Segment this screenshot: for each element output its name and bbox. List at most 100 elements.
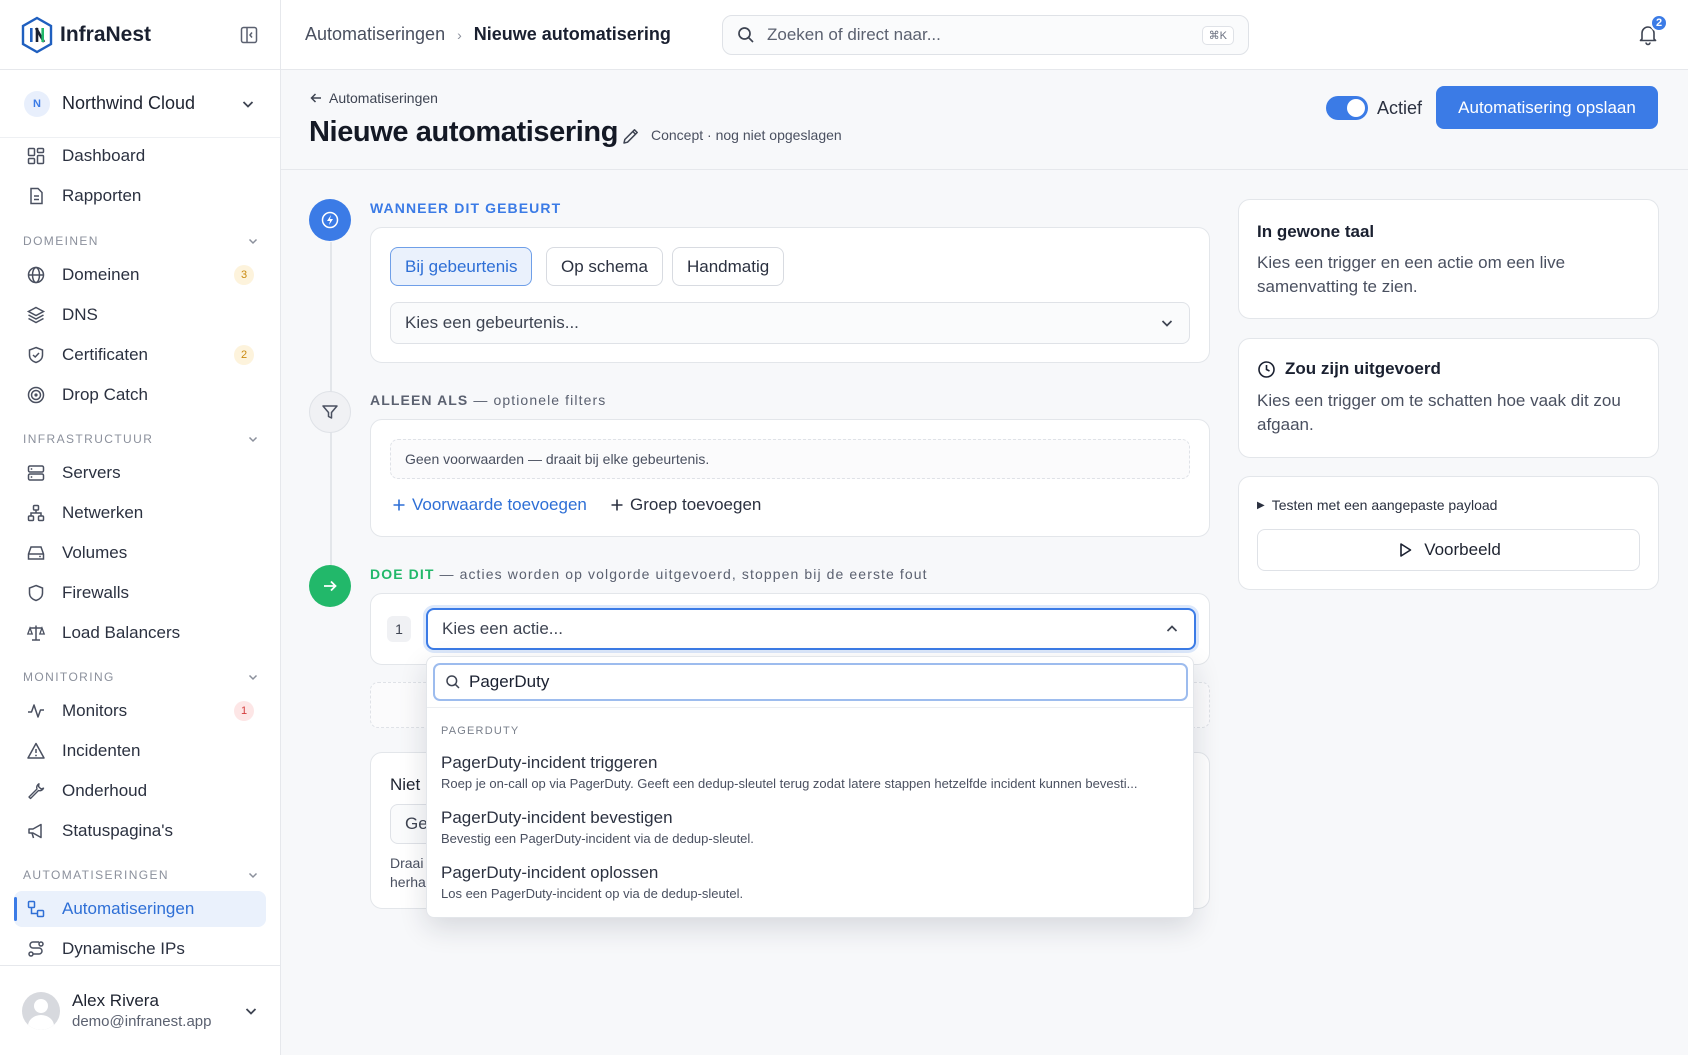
nav-monitors[interactable]: Monitors 1 — [14, 693, 266, 729]
plain-language-card: In gewone taal Kies een trigger en een a… — [1238, 199, 1659, 319]
back-link[interactable]: Automatiseringen — [309, 90, 438, 106]
nav-volumes[interactable]: Volumes — [14, 535, 266, 571]
option-trigger-incident[interactable]: PagerDuty-incident triggeren Roep je on-… — [441, 753, 1181, 791]
hard-drive-icon — [27, 546, 45, 560]
would-run-title: Zou zijn uitgevoerd — [1285, 359, 1441, 378]
arrow-left-icon — [310, 93, 321, 103]
add-condition-button[interactable]: Voorwaarde toevoegen — [392, 495, 587, 515]
shortcut-hint: ⌘K — [1201, 25, 1234, 45]
event-select-placeholder: Kies een gebeurtenis... — [405, 313, 579, 332]
filter-step-title: ALLEEN ALS — optionele filters — [370, 392, 606, 408]
plain-language-title: In gewone taal — [1257, 222, 1375, 241]
action-search-input[interactable]: PagerDuty — [433, 663, 1188, 701]
chevron-right-icon: › — [457, 26, 462, 43]
nav-label: Statuspagina's — [62, 821, 173, 840]
nav-certificates[interactable]: Certificaten 2 — [14, 337, 266, 373]
option-resolve-incident[interactable]: PagerDuty-incident oplossen Los een Page… — [441, 863, 1181, 901]
shield-icon — [28, 584, 44, 602]
section-label: AUTOMATISERINGEN — [23, 868, 169, 882]
event-select[interactable]: Kies een gebeurtenis... — [390, 302, 1190, 344]
tab-on-schedule[interactable]: Op schema — [546, 247, 663, 286]
timeline-line — [330, 242, 332, 392]
user-name: Alex Rivera — [72, 991, 159, 1010]
nav-domains[interactable]: Domeinen 3 — [14, 257, 266, 293]
nav-label: Drop Catch — [62, 385, 148, 404]
add-group-button[interactable]: Groep toevoegen — [610, 495, 761, 515]
workflow-icon — [27, 900, 45, 918]
tab-manual[interactable]: Handmatig — [672, 247, 785, 286]
help-line: Draai — [390, 855, 424, 871]
activity-icon — [28, 704, 44, 718]
section-infrastructure[interactable]: INFRASTRUCTUUR — [23, 432, 259, 446]
chevron-down-icon — [248, 872, 258, 879]
breadcrumb-parent[interactable]: Automatiseringen — [305, 24, 445, 45]
nav-firewalls[interactable]: Firewalls — [14, 575, 266, 611]
wrench-icon — [28, 783, 45, 800]
test-payload-toggle[interactable]: ▶ Testen met een aangepaste payload — [1257, 497, 1497, 513]
nav-label: Certificaten — [62, 345, 148, 364]
action-dropdown: PagerDuty PAGERDUTY PagerDuty-incident t… — [426, 656, 1194, 918]
section-label: INFRASTRUCTUUR — [23, 432, 154, 446]
tab-on-event[interactable]: Bij gebeurtenis — [390, 247, 533, 286]
notification-badge: 2 — [1650, 14, 1668, 32]
option-group-label: PAGERDUTY — [441, 725, 520, 737]
nav-servers[interactable]: Servers — [14, 455, 266, 491]
global-search[interactable]: Zoeken of direct naar... ⌘K — [722, 15, 1249, 55]
trigger-title-text: WANNEER DIT GEBEURT — [370, 200, 562, 216]
option-acknowledge-incident[interactable]: PagerDuty-incident bevestigen Bevestig e… — [441, 808, 1181, 846]
page-header: Automatiseringen Nieuwe automatisering C… — [281, 70, 1688, 170]
save-automation-button[interactable]: Automatisering opslaan — [1436, 86, 1658, 129]
chevron-down-icon — [248, 436, 258, 443]
nav-reports[interactable]: Rapporten — [14, 178, 266, 214]
preview-button[interactable]: Voorbeeld — [1257, 529, 1640, 571]
section-monitoring[interactable]: MONITORING — [23, 670, 259, 684]
nav-dashboard[interactable]: Dashboard — [14, 138, 266, 174]
nav-label: Dynamische IPs — [62, 939, 185, 958]
active-toggle[interactable] — [1326, 96, 1368, 120]
sidebar-collapse-icon[interactable] — [240, 26, 258, 44]
shield-check-icon — [28, 346, 44, 364]
nav-label: Servers — [62, 463, 121, 482]
section-automations[interactable]: AUTOMATISERINGEN — [23, 868, 259, 882]
nav-label: Firewalls — [62, 583, 130, 602]
filter-icon — [322, 405, 338, 419]
would-run-text: Kies een trigger om te schatten hoe vaak… — [1257, 391, 1621, 434]
pencil-icon[interactable] — [621, 126, 641, 146]
nav-networks[interactable]: Netwerken — [14, 495, 266, 531]
search-icon — [446, 675, 460, 689]
action-subtitle: — acties worden op volgorde uitgevoerd, … — [439, 566, 928, 582]
nav-load-balancers[interactable]: Load Balancers — [14, 615, 266, 651]
error-handling-help: Draai herha — [390, 854, 426, 892]
nav-label: Volumes — [62, 543, 128, 562]
nav-label: Automatiseringen — [62, 899, 195, 918]
divider — [427, 707, 1193, 708]
nav-maintenance[interactable]: Onderhoud — [14, 773, 266, 809]
nav-drop-catch[interactable]: Drop Catch — [14, 377, 266, 413]
count-badge: 1 — [234, 701, 254, 721]
nav-dynamic-ips[interactable]: Dynamische IPs — [14, 931, 266, 967]
action-step-icon — [309, 565, 351, 607]
server-icon — [27, 465, 45, 481]
nav-automations[interactable]: Automatiseringen — [14, 891, 266, 927]
add-group-label: Groep toevoegen — [630, 495, 762, 514]
action-title-text: DOE DIT — [370, 566, 435, 582]
plus-icon — [393, 499, 405, 511]
nav-incidents[interactable]: Incidenten — [14, 733, 266, 769]
section-domains[interactable]: DOMEINEN — [23, 234, 259, 248]
nav-label: DNS — [62, 305, 98, 324]
user-menu[interactable]: Alex Rivera demo@infranest.app — [0, 965, 281, 1055]
action-select[interactable]: Kies een actie... — [426, 608, 1196, 650]
nav-label: Rapporten — [62, 186, 142, 205]
avatar — [22, 991, 60, 1030]
nav-dns[interactable]: DNS — [14, 297, 266, 333]
brand[interactable]: InfraNest — [0, 0, 280, 70]
action-card: 1 Kies een actie... — [370, 593, 1210, 665]
nav-status-pages[interactable]: Statuspagina's — [14, 813, 266, 849]
topbar: Automatiseringen › Nieuwe automatisering… — [281, 0, 1688, 70]
page-title: Nieuwe automatisering — [309, 116, 619, 148]
nav-label: Domeinen — [62, 265, 140, 284]
action-select-placeholder: Kies een actie... — [442, 619, 563, 638]
error-handling-value: Ge — [405, 814, 428, 833]
org-switcher[interactable]: N Northwind Cloud — [0, 70, 280, 138]
brand-name: InfraNest — [60, 22, 152, 46]
